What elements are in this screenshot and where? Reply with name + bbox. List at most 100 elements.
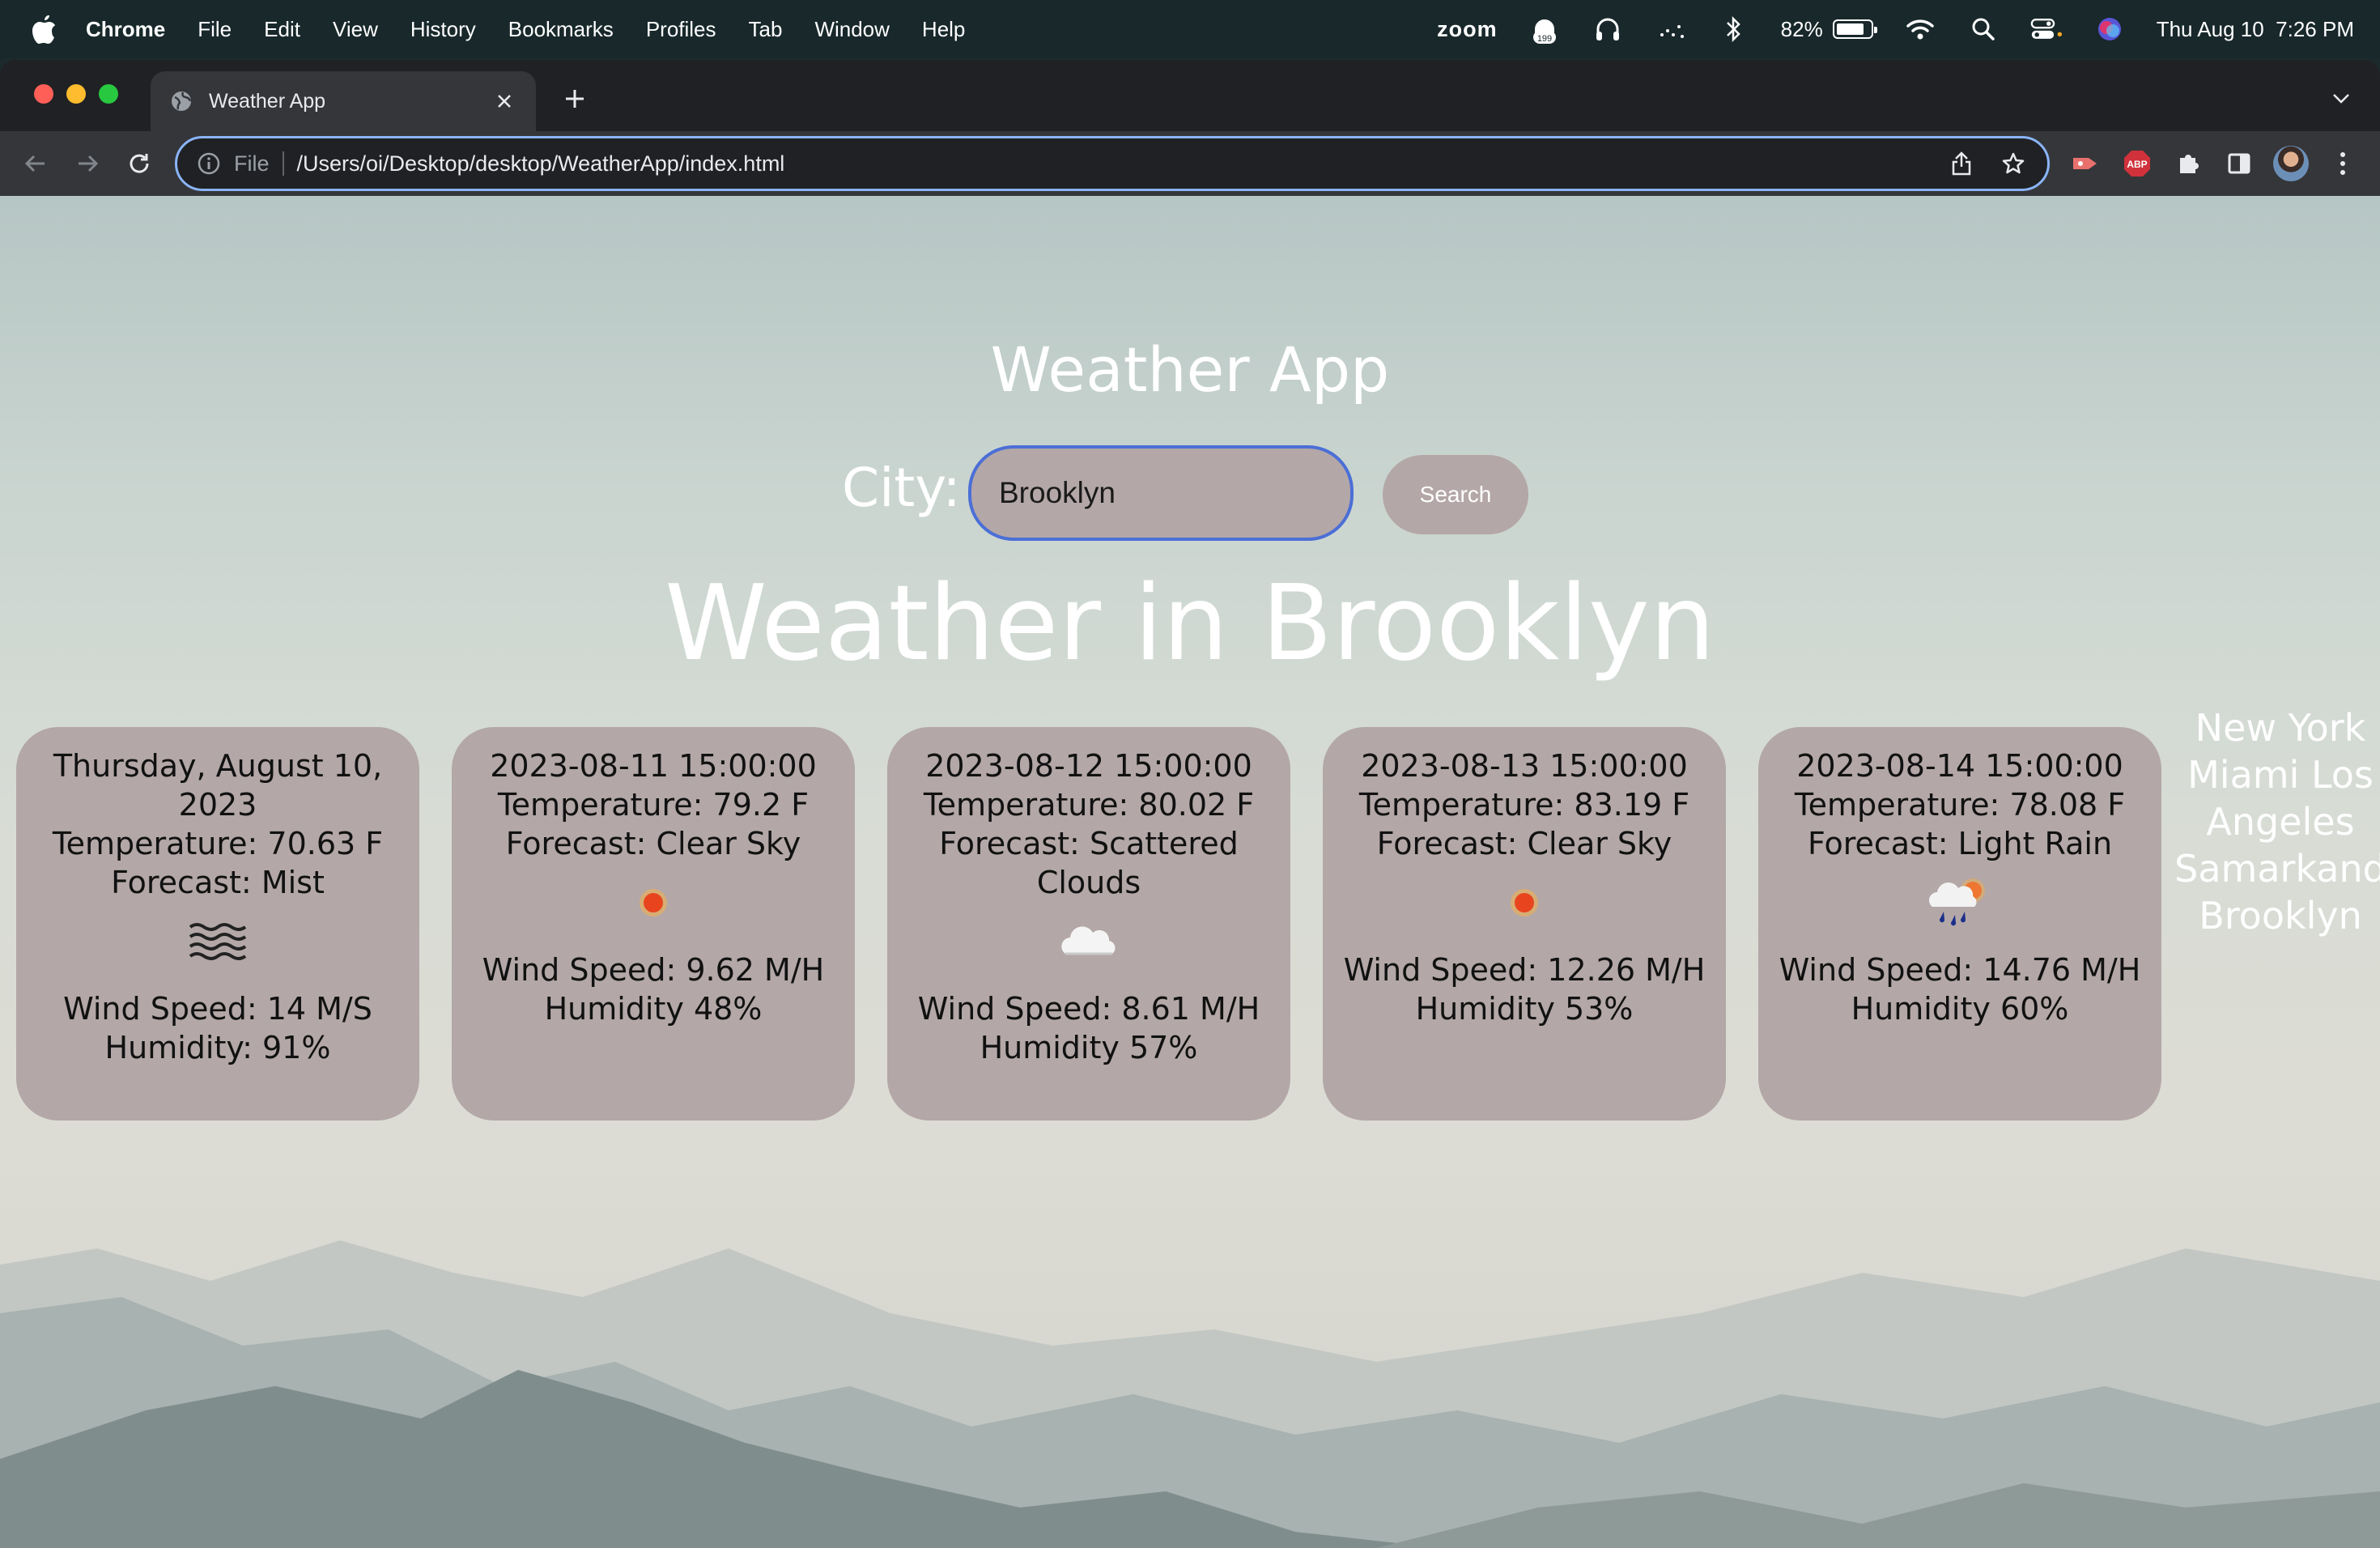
forecast-temperature: Temperature: 70.63 F xyxy=(52,826,384,861)
side-panel-icon[interactable] xyxy=(2221,146,2257,181)
zoom-status-item[interactable]: zoom xyxy=(1437,17,1498,42)
info-icon[interactable] xyxy=(197,151,221,176)
forecast-date: 2023-08-13 15:00:00 xyxy=(1361,748,1688,784)
new-tab-plus-icon[interactable] xyxy=(559,83,591,115)
menu-help[interactable]: Help xyxy=(922,17,965,42)
forecast-card: 2023-08-12 15:00:00 Temperature: 80.02 F… xyxy=(887,727,1290,1121)
clock[interactable]: Thu Aug 10 7:26 PM xyxy=(2157,17,2354,42)
mist-icon xyxy=(32,902,403,981)
browser-toolbar: File /Users/oi/Desktop/desktop/WeatherAp… xyxy=(0,131,2380,196)
saved-cities-list: New York Miami Los Angeles Samarkand Bro… xyxy=(2163,704,2380,939)
forecast-card: Thursday, August 10, 2023 Temperature: 7… xyxy=(16,727,419,1121)
menu-view[interactable]: View xyxy=(333,17,378,42)
forecast-wind-speed: Wind Speed: 12.26 M/H xyxy=(1343,952,1706,988)
bookmark-star-icon[interactable] xyxy=(1999,149,2028,178)
chrome-menu-kebab-icon[interactable] xyxy=(2325,146,2361,181)
notification-count: 199 xyxy=(1536,34,1551,44)
forecast-date: 2023-08-14 15:00:00 xyxy=(1796,748,2123,784)
search-form: City: Search xyxy=(0,445,2380,542)
adblock-label: ABP xyxy=(2127,159,2147,170)
battery-status[interactable]: 82% xyxy=(1780,16,1877,42)
forecast-date: Thursday, August 10, 2023 xyxy=(53,748,383,823)
extensions-puzzle-icon[interactable] xyxy=(2171,146,2207,181)
search-button[interactable]: Search xyxy=(1383,455,1528,534)
wifi-icon[interactable] xyxy=(1904,13,1936,45)
weather-heading: Weather in Brooklyn xyxy=(665,563,1715,684)
window-close-button[interactable] xyxy=(34,84,53,104)
tab-title: Weather App xyxy=(209,89,326,113)
apple-icon[interactable] xyxy=(29,13,57,45)
menu-history[interactable]: History xyxy=(410,17,476,42)
weather-app-page: Weather App City: Search Weather in Broo… xyxy=(0,196,2380,1548)
forecast-card: 2023-08-11 15:00:00 Temperature: 79.2 F … xyxy=(452,727,855,1121)
profile-avatar[interactable] xyxy=(2273,146,2309,181)
menu-window[interactable]: Window xyxy=(814,17,889,42)
sun-icon xyxy=(1339,863,1710,942)
forecast-description: Forecast: Clear Sky xyxy=(1376,826,1672,861)
city-search-input[interactable] xyxy=(968,445,1354,541)
url-text[interactable]: /Users/oi/Desktop/desktop/WeatherApp/ind… xyxy=(297,151,1924,176)
menu-bookmarks[interactable]: Bookmarks xyxy=(508,17,614,42)
tab-strip: Weather App xyxy=(0,60,2380,131)
menu-tab[interactable]: Tab xyxy=(749,17,783,42)
menu-profiles[interactable]: Profiles xyxy=(646,17,716,42)
forecast-wind-speed: Wind Speed: 9.62 M/H xyxy=(482,952,825,988)
omnibox-divider xyxy=(282,151,284,176)
forecast-temperature: Temperature: 79.2 F xyxy=(497,787,810,823)
window-maximize-button[interactable] xyxy=(99,84,118,104)
avatar-image xyxy=(2273,146,2309,181)
cloud-icon xyxy=(903,902,1274,981)
city-link-samarkand[interactable]: Samarkand xyxy=(2163,845,2380,892)
globe-icon xyxy=(172,91,192,111)
forecast-humidity: Humidity: 91% xyxy=(104,1030,331,1065)
forecast-description: Forecast: Scattered Clouds xyxy=(939,826,1239,900)
browser-window: Weather App File /Users/oi/Desktop/deskt… xyxy=(0,60,2380,1548)
forecast-card: 2023-08-13 15:00:00 Temperature: 83.19 F… xyxy=(1323,727,1726,1121)
share-icon[interactable] xyxy=(1947,149,1976,178)
menu-edit[interactable]: Edit xyxy=(264,17,300,42)
forecast-humidity: Humidity 48% xyxy=(544,991,763,1027)
menu-file[interactable]: File xyxy=(198,17,232,42)
bluetooth-icon[interactable] xyxy=(1718,13,1750,45)
back-arrow-icon[interactable] xyxy=(16,144,55,183)
battery-percent: 82% xyxy=(1780,16,1823,41)
forecast-humidity: Humidity 60% xyxy=(1851,991,2069,1027)
spotlight-search-icon[interactable] xyxy=(1967,13,2000,45)
reload-icon[interactable] xyxy=(120,144,159,183)
city-label: City: xyxy=(842,457,961,519)
app-title: Weather App xyxy=(990,334,1390,406)
forecast-wind-speed: Wind Speed: 14.76 M/H xyxy=(1779,952,2141,988)
forecast-description: Forecast: Clear Sky xyxy=(505,826,801,861)
sun-icon xyxy=(468,863,839,942)
forecast-humidity: Humidity 57% xyxy=(980,1030,1198,1065)
forecast-temperature: Temperature: 83.19 F xyxy=(1358,787,1690,823)
tab-close-icon[interactable] xyxy=(492,89,516,113)
menu-app-name[interactable]: Chrome xyxy=(86,17,165,42)
wifi-dots-icon[interactable] xyxy=(1655,13,1687,45)
headphones-icon[interactable] xyxy=(1592,13,1624,45)
forecast-temperature: Temperature: 80.02 F xyxy=(923,787,1255,823)
address-bar[interactable]: File /Users/oi/Desktop/desktop/WeatherAp… xyxy=(175,136,2050,191)
forecast-wind-speed: Wind Speed: 14 M/S xyxy=(63,991,372,1027)
url-scheme-label: File xyxy=(234,151,270,176)
tab-search-chevron-icon[interactable] xyxy=(2327,84,2356,113)
city-link-miami[interactable]: Miami xyxy=(2187,753,2299,797)
battery-icon xyxy=(1832,19,1877,39)
siri-icon[interactable] xyxy=(2093,13,2126,45)
video-extension-icon[interactable] xyxy=(2068,146,2103,181)
forecast-temperature: Temperature: 78.08 F xyxy=(1794,787,2126,823)
forward-arrow-icon[interactable] xyxy=(68,144,107,183)
window-minimize-button[interactable] xyxy=(66,84,86,104)
rain-icon xyxy=(1774,863,2145,942)
control-center-icon[interactable] xyxy=(2030,13,2063,45)
forecast-wind-speed: Wind Speed: 8.61 M/H xyxy=(917,991,1260,1027)
forecast-description: Forecast: Mist xyxy=(111,865,325,900)
city-link-brooklyn[interactable]: Brooklyn xyxy=(2163,892,2380,939)
adblock-plus-icon[interactable]: ABP xyxy=(2119,146,2155,181)
forecast-card: 2023-08-14 15:00:00 Temperature: 78.08 F… xyxy=(1758,727,2161,1121)
forecast-humidity: Humidity 53% xyxy=(1415,991,1634,1027)
city-link-new-york[interactable]: New York xyxy=(2163,704,2380,751)
menu-bar: Chrome File Edit View History Bookmarks … xyxy=(0,0,2380,58)
tab-weather-app[interactable]: Weather App xyxy=(151,71,536,131)
notification-badge-icon[interactable]: 199 xyxy=(1528,13,1561,45)
